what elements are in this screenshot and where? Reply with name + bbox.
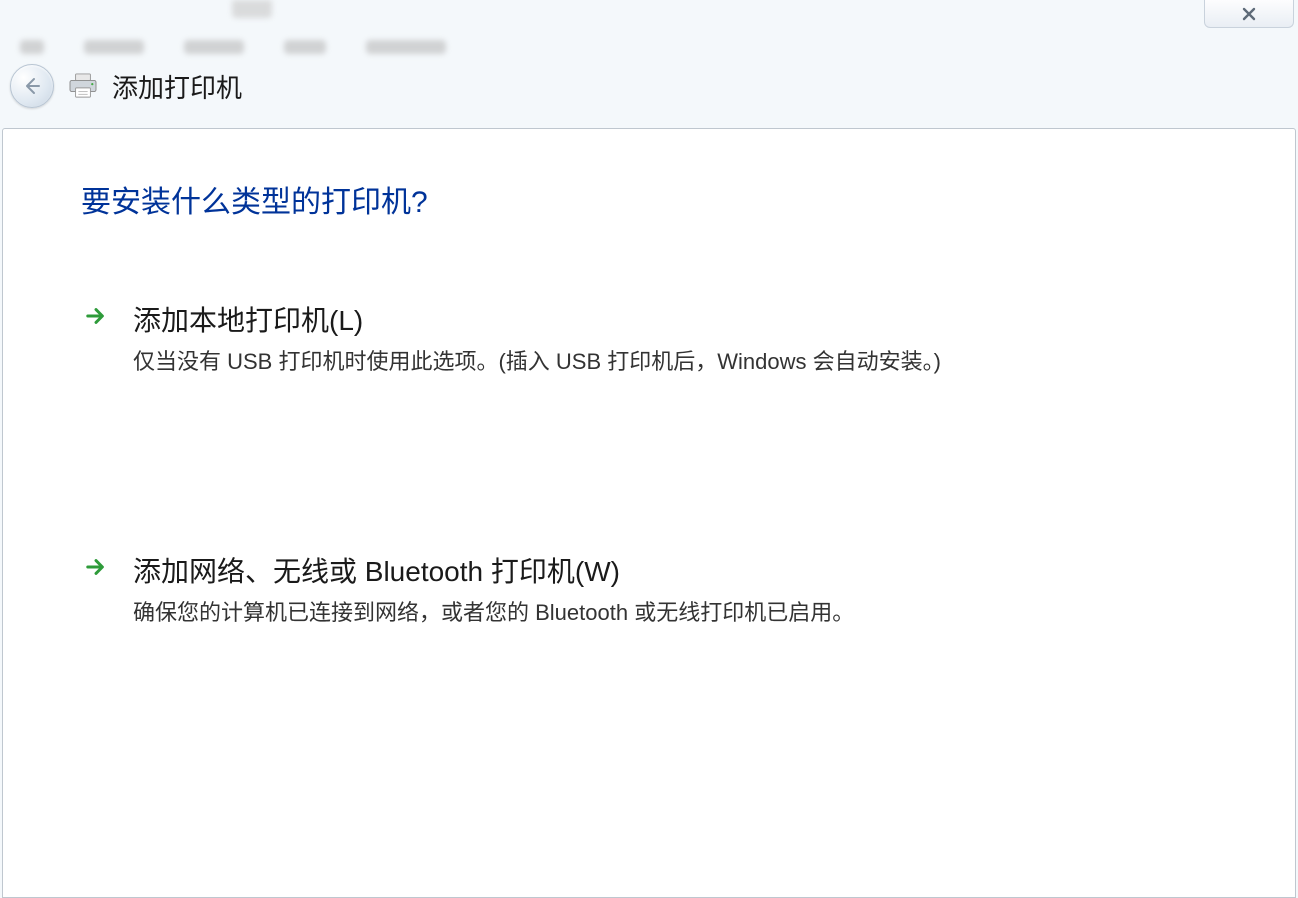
background-menubar — [0, 0, 1298, 60]
arrow-right-icon — [85, 556, 107, 578]
printer-icon — [68, 73, 98, 99]
option-body: 添加网络、无线或 Bluetooth 打印机(W) 确保您的计算机已连接到网络，… — [133, 550, 854, 629]
option-add-network-printer[interactable]: 添加网络、无线或 Bluetooth 打印机(W) 确保您的计算机已连接到网络，… — [81, 544, 1181, 635]
wizard-header: 添加打印机 — [10, 58, 1288, 114]
option-description: 仅当没有 USB 打印机时使用此选项。(插入 USB 打印机后，Windows … — [133, 347, 941, 378]
option-title: 添加网络、无线或 Bluetooth 打印机(W) — [133, 550, 854, 590]
option-title: 添加本地打印机(L) — [133, 299, 941, 339]
wizard-panel: 要安装什么类型的打印机? 添加本地打印机(L) 仅当没有 USB 打印机时使用此… — [2, 128, 1296, 898]
close-icon — [1241, 6, 1257, 22]
option-body: 添加本地打印机(L) 仅当没有 USB 打印机时使用此选项。(插入 USB 打印… — [133, 299, 941, 378]
arrow-left-icon — [22, 76, 42, 96]
arrow-right-icon — [85, 305, 107, 327]
back-button[interactable] — [10, 64, 54, 108]
close-button[interactable] — [1204, 0, 1294, 28]
option-add-local-printer[interactable]: 添加本地打印机(L) 仅当没有 USB 打印机时使用此选项。(插入 USB 打印… — [81, 293, 1181, 384]
option-description: 确保您的计算机已连接到网络，或者您的 Bluetooth 或无线打印机已启用。 — [133, 598, 854, 629]
wizard-question: 要安装什么类型的打印机? — [81, 177, 1217, 221]
wizard-title: 添加打印机 — [112, 68, 242, 105]
